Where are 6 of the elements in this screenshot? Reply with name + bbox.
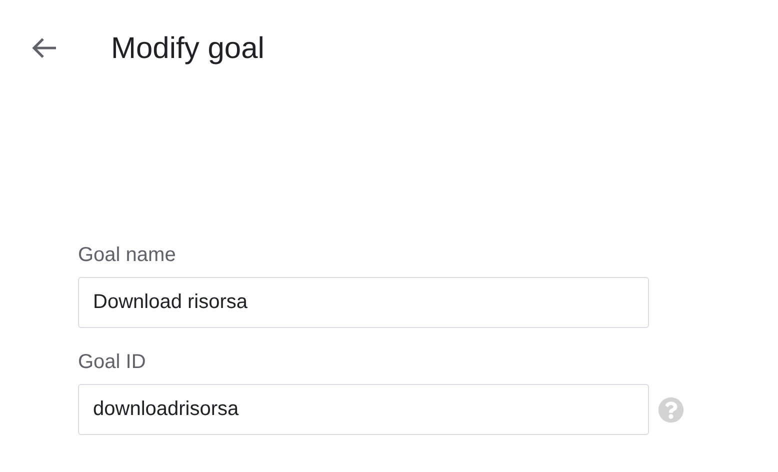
back-arrow-icon [31, 37, 57, 59]
input-field[interactable]: Download risorsa [78, 277, 649, 328]
field-label: Goal ID [78, 350, 146, 374]
page-title: Modify goal [111, 30, 264, 66]
field-label: Goal name [78, 243, 176, 267]
input-field[interactable]: downloadrisorsa [78, 384, 649, 435]
